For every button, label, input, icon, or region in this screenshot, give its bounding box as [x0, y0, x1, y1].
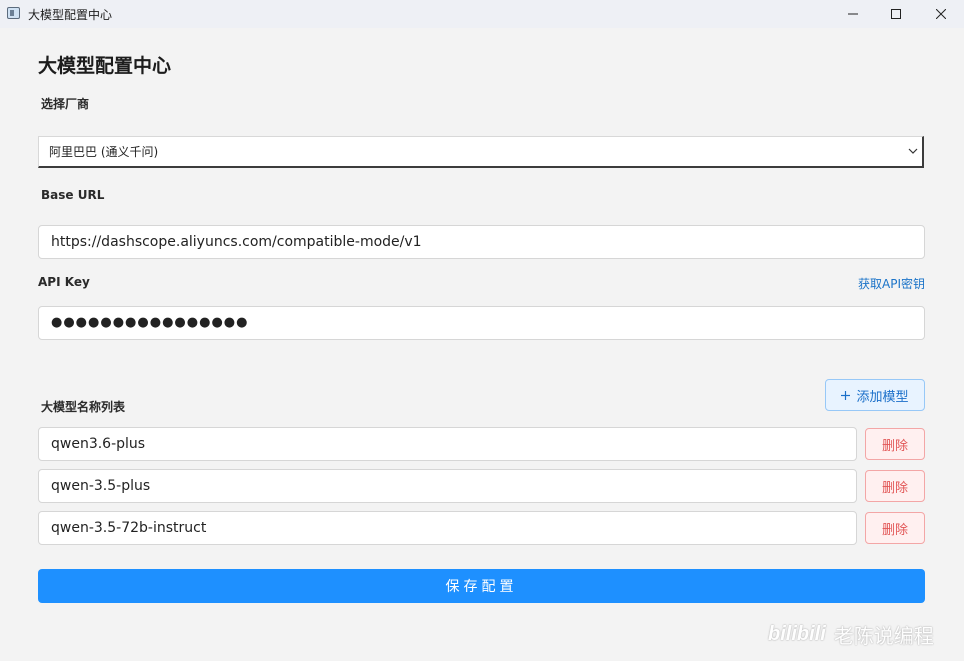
- app-icon: [7, 7, 20, 19]
- base-url-input[interactable]: https://dashscope.aliyuncs.com/compatibl…: [38, 225, 925, 259]
- window-title: 大模型配置中心: [28, 8, 113, 22]
- vendor-label: 选择厂商: [41, 97, 90, 111]
- watermark: bilibili 老陈说编程: [768, 620, 934, 649]
- minimize-icon: [848, 13, 858, 15]
- plus-icon: [841, 390, 851, 400]
- model-name-input[interactable]: qwen-3.5-72b-instruct: [38, 511, 857, 545]
- minimize-button[interactable]: [830, 0, 876, 28]
- add-model-label: 添加模型: [856, 389, 909, 405]
- model-name-input[interactable]: qwen3.6-plus: [38, 427, 857, 461]
- api-key-label: API Key: [38, 275, 90, 289]
- page-title: 大模型配置中心: [38, 55, 172, 77]
- get-api-key-link[interactable]: 获取API密钥: [858, 275, 925, 292]
- maximize-button[interactable]: [873, 0, 919, 28]
- vendor-select-value: 阿里巴巴 (通义千问): [49, 145, 159, 159]
- maximize-icon: [891, 9, 901, 19]
- delete-model-button[interactable]: 删除: [865, 512, 925, 544]
- chevron-down-icon: [908, 148, 918, 154]
- save-config-button[interactable]: 保存配置: [38, 569, 925, 603]
- add-model-button[interactable]: 添加模型: [825, 379, 925, 411]
- vendor-select[interactable]: 阿里巴巴 (通义千问): [38, 136, 924, 168]
- bilibili-logo: bilibili: [768, 623, 826, 645]
- api-key-input[interactable]: ●●●●●●●●●●●●●●●●: [38, 306, 925, 340]
- model-list-label: 大模型名称列表: [41, 400, 126, 414]
- close-button[interactable]: [918, 0, 964, 28]
- base-url-label: Base URL: [41, 188, 105, 202]
- delete-model-button[interactable]: 删除: [865, 428, 925, 460]
- title-bar: 大模型配置中心: [0, 0, 964, 28]
- watermark-text: 老陈说编程: [833, 624, 934, 648]
- close-icon: [936, 9, 946, 19]
- delete-model-button[interactable]: 删除: [865, 470, 925, 502]
- model-name-input[interactable]: qwen-3.5-plus: [38, 469, 857, 503]
